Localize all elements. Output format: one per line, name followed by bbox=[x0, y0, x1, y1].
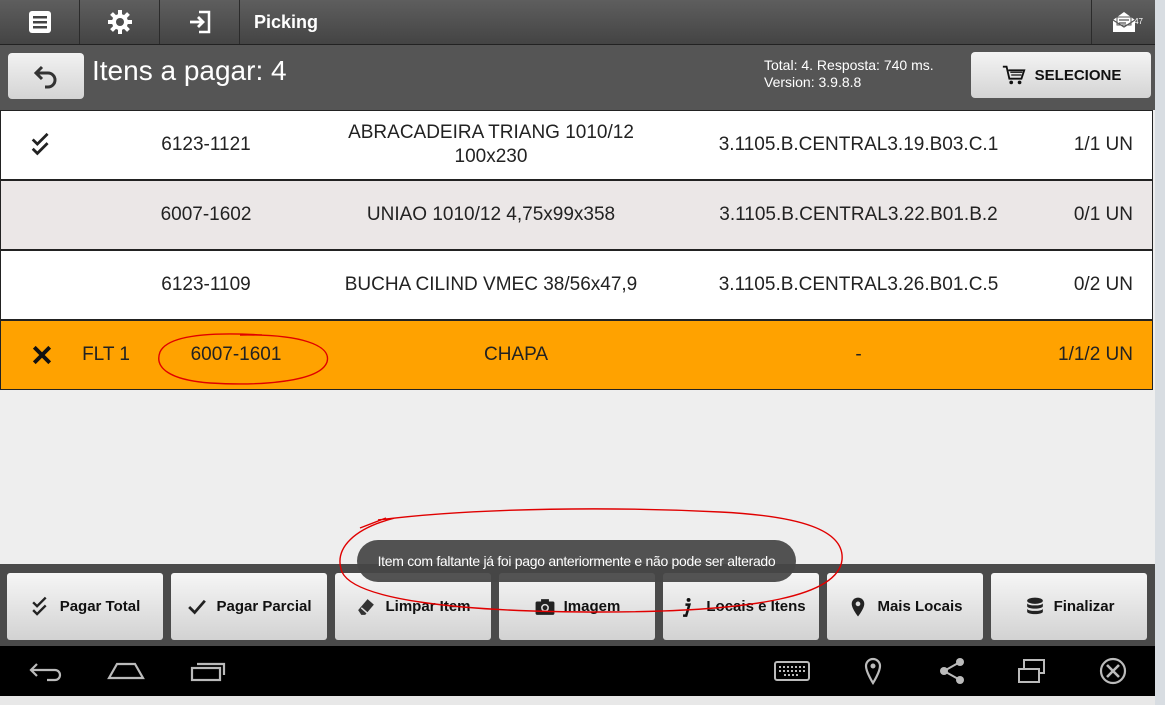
top-bar: Picking 47 bbox=[0, 0, 1155, 45]
table-row[interactable]: 6007-1602 UNIAO 1010/12 4,75x99x358 3.11… bbox=[0, 180, 1153, 250]
nav-recents-button[interactable] bbox=[187, 654, 227, 688]
gear-icon bbox=[107, 10, 132, 34]
item-location: 3.1105.B.CENTRAL3.19.B03.C.1 bbox=[718, 134, 999, 155]
row-status bbox=[17, 321, 67, 389]
description-line-1: ABRACADEIRA TRIANG 1010/12 bbox=[348, 122, 634, 143]
more-locations-button[interactable]: Mais Locais bbox=[827, 573, 983, 640]
messages-button[interactable]: 47 bbox=[1091, 0, 1155, 44]
item-description: BUCHA CILIND VMEC 38/56x47,9 bbox=[344, 274, 638, 295]
share-button[interactable] bbox=[932, 654, 972, 688]
sign-in-icon bbox=[189, 10, 210, 34]
shortage-label: FLT 1 bbox=[82, 344, 130, 365]
pay-partial-button[interactable]: Pagar Parcial bbox=[171, 573, 327, 640]
right-edge bbox=[1155, 0, 1165, 705]
login-button[interactable] bbox=[160, 0, 240, 44]
pay-total-label: Pagar Total bbox=[59, 598, 141, 615]
mail-count-badge: 47 bbox=[1134, 17, 1143, 26]
item-quantity: 1/1 UN bbox=[1073, 134, 1133, 155]
undo-arrow-icon bbox=[33, 65, 57, 89]
nav-back-button[interactable] bbox=[25, 654, 65, 688]
locations-items-label: Locais e Itens bbox=[706, 598, 806, 615]
item-description: CHAPA bbox=[483, 344, 549, 365]
eraser-icon bbox=[358, 598, 375, 615]
item-quantity: 0/1 UN bbox=[1073, 204, 1133, 225]
version-text: Version: 3.9.8.8 bbox=[764, 74, 862, 90]
clear-item-button[interactable]: Limpar Item bbox=[335, 573, 491, 640]
item-code: 6123-1121 bbox=[161, 134, 251, 155]
item-location: 3.1105.B.CENTRAL3.22.B01.B.2 bbox=[719, 204, 998, 225]
check-icon bbox=[188, 599, 207, 615]
page-title: Itens a pagar: 4 bbox=[92, 55, 287, 86]
close-app-button[interactable] bbox=[1093, 654, 1133, 688]
item-code: 6007-1601 bbox=[190, 344, 282, 365]
menu-icon bbox=[28, 11, 51, 33]
image-label: Imagem bbox=[563, 598, 621, 615]
share-icon bbox=[940, 658, 964, 684]
cart-icon bbox=[1002, 65, 1026, 85]
page-header: Itens a pagar: 4 Total: 4. Resposta: 740… bbox=[0, 45, 1155, 110]
settings-button[interactable] bbox=[80, 0, 160, 44]
toast-message: Item com faltante já foi pago anteriorme… bbox=[357, 540, 796, 582]
total-response-text: Total: 4. Resposta: 740 ms. bbox=[764, 57, 934, 73]
locations-items-button[interactable]: Locais e Itens bbox=[663, 573, 819, 640]
select-button[interactable]: SELECIONE bbox=[971, 52, 1151, 98]
finish-label: Finalizar bbox=[1053, 598, 1115, 615]
location-button[interactable] bbox=[853, 654, 893, 688]
table-row-highlighted[interactable]: FLT 1 6007-1601 CHAPA - 1/1/2 UN bbox=[0, 320, 1153, 390]
items-list: 6123-1121 ABRACADEIRA TRIANG 1010/12 100x… bbox=[0, 110, 1155, 564]
response-info: Total: 4. Resposta: 740 ms. Version: 3.9… bbox=[764, 57, 934, 91]
bottom-edge bbox=[0, 696, 1165, 705]
recent-apps-icon bbox=[190, 662, 226, 682]
system-navigation-bar bbox=[0, 646, 1155, 696]
item-code: 6007-1602 bbox=[160, 204, 252, 225]
home-icon bbox=[107, 662, 145, 680]
clear-item-label: Limpar Item bbox=[385, 598, 471, 615]
row-status bbox=[17, 111, 67, 179]
table-row[interactable]: 6123-1109 BUCHA CILIND VMEC 38/56x47,9 3… bbox=[0, 250, 1153, 320]
info-icon bbox=[683, 597, 692, 617]
more-locations-label: Mais Locais bbox=[877, 598, 963, 615]
close-circle-icon bbox=[1099, 657, 1127, 685]
item-description: ABRACADEIRA TRIANG 1010/12 100x230 bbox=[321, 111, 661, 179]
x-icon bbox=[32, 345, 52, 365]
image-button[interactable]: Imagem bbox=[499, 573, 655, 640]
table-row[interactable]: 6123-1121 ABRACADEIRA TRIANG 1010/12 100x… bbox=[0, 110, 1153, 180]
select-button-label: SELECIONE bbox=[1034, 66, 1122, 84]
back-button[interactable] bbox=[8, 53, 84, 99]
location-pin-icon bbox=[864, 657, 882, 686]
item-code: 6123-1109 bbox=[161, 274, 251, 295]
app-title: Picking bbox=[254, 12, 319, 32]
double-check-icon bbox=[31, 132, 49, 156]
keyboard-icon bbox=[774, 661, 810, 681]
database-icon bbox=[1026, 597, 1043, 614]
item-location: 3.1105.B.CENTRAL3.26.B01.C.5 bbox=[718, 274, 999, 295]
back-icon bbox=[29, 663, 62, 682]
menu-button[interactable] bbox=[0, 0, 80, 44]
map-pin-icon bbox=[852, 597, 865, 616]
item-location: - bbox=[855, 344, 862, 365]
item-quantity: 1/1/2 UN bbox=[1058, 344, 1133, 365]
item-quantity: 0/2 UN bbox=[1073, 274, 1133, 295]
item-description: UNIAO 1010/12 4,75x99x358 bbox=[366, 204, 616, 225]
pay-total-button[interactable]: Pagar Total bbox=[7, 573, 163, 640]
description-line-2: 100x230 bbox=[454, 146, 528, 167]
multi-window-icon bbox=[1018, 659, 1045, 683]
nav-home-button[interactable] bbox=[106, 654, 146, 688]
pay-partial-label: Pagar Parcial bbox=[216, 598, 312, 615]
keyboard-button[interactable] bbox=[772, 654, 812, 688]
double-check-icon bbox=[32, 596, 47, 616]
finish-button[interactable]: Finalizar bbox=[991, 573, 1147, 640]
camera-icon bbox=[535, 598, 555, 615]
window-button[interactable] bbox=[1012, 654, 1052, 688]
